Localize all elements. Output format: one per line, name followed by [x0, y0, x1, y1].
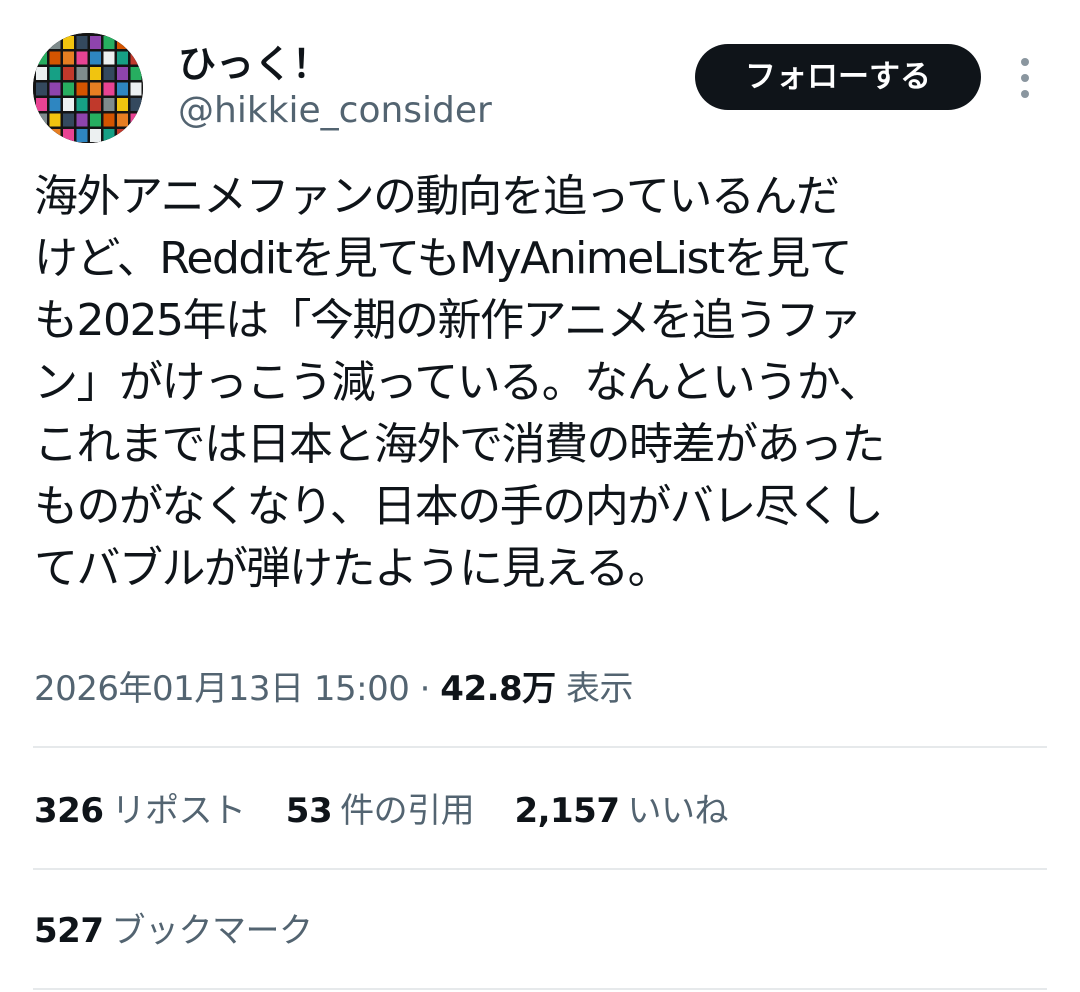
avatar-tile: [36, 67, 47, 80]
avatar-tile: [63, 113, 74, 127]
avatar-tile: [90, 67, 101, 80]
avatar-tile: [63, 36, 74, 49]
avatar-tile: [103, 36, 115, 49]
tweet-text-line: ものがなくなり、日本の手の内がバレ尽くし: [34, 481, 884, 532]
avatar-tile: [130, 51, 142, 65]
avatar-image: [33, 33, 143, 143]
avatar-tile: [103, 67, 115, 80]
avatar-tile: [117, 36, 128, 49]
avatar-tile: [76, 129, 88, 142]
avatar-tile: [90, 129, 101, 142]
avatar-tile: [36, 98, 47, 111]
avatar-tile: [117, 82, 128, 96]
meta-separator: ·: [419, 669, 431, 709]
avatar-tile: [36, 51, 47, 65]
divider: [33, 868, 1047, 870]
bookmarks-stat[interactable]: 527 ブックマーク: [34, 906, 313, 956]
avatar-tile: [76, 67, 88, 80]
avatar-tile: [90, 36, 101, 49]
avatar-tile: [130, 82, 142, 96]
likes-count: 2,157: [514, 791, 620, 831]
reposts-label: リポスト: [111, 791, 246, 831]
avatar-tile: [49, 36, 61, 49]
divider: [33, 988, 1047, 990]
avatar-tile: [117, 129, 128, 142]
tweet-meta: 2026年01月13日 15:00 · 42.8万 表示: [34, 664, 634, 714]
user-handle[interactable]: @hikkie_consider: [178, 88, 492, 134]
avatar-tile: [49, 67, 61, 80]
avatar[interactable]: [33, 33, 143, 143]
quotes-count: 53: [285, 791, 333, 831]
tweet-text-line: 海外アニメファンの動向を追っているんだ: [34, 171, 840, 222]
avatar-tile: [63, 82, 74, 96]
avatar-tile: [49, 98, 61, 111]
avatar-tile: [76, 98, 88, 111]
views-label: 表示: [566, 669, 634, 709]
avatar-tile: [63, 129, 74, 142]
avatar-tile: [103, 113, 115, 127]
avatar-tile: [76, 51, 88, 65]
avatar-tile: [36, 113, 47, 127]
timestamp[interactable]: 2026年01月13日 15:00: [34, 669, 410, 709]
avatar-tile: [90, 113, 101, 127]
avatar-tile: [49, 129, 61, 142]
avatar-tile: [36, 129, 47, 142]
views-count: 42.8万: [440, 669, 556, 709]
avatar-tile: [76, 82, 88, 96]
tweet-text-line: てバブルが弾けたように見える。: [34, 543, 672, 594]
tweet-text-line: も2025年は「今期の新作アニメを追うファ: [34, 295, 862, 346]
avatar-tile: [63, 98, 74, 111]
likes-stat[interactable]: 2,157 いいね: [514, 786, 728, 836]
avatar-tile: [76, 113, 88, 127]
avatar-tile: [117, 98, 128, 111]
avatar-tile: [63, 51, 74, 65]
avatar-tile: [117, 51, 128, 65]
avatar-tile: [76, 36, 88, 49]
avatar-tile: [36, 36, 47, 49]
more-options-icon[interactable]: [1003, 56, 1047, 100]
divider: [33, 746, 1047, 748]
avatar-tile: [103, 82, 115, 96]
avatar-tile: [90, 98, 101, 111]
avatar-tile: [130, 113, 142, 127]
avatar-tile: [117, 113, 128, 127]
tweet-detail: ひっく！ @hikkie_consider フォローする 海外アニメファンの動向…: [0, 0, 1080, 992]
engagement-stats: 326 リポスト 53 件の引用 2,157 いいね: [34, 786, 758, 836]
display-name[interactable]: ひっく！: [178, 40, 330, 88]
bookmarks-count: 527: [34, 911, 104, 951]
avatar-tile: [49, 113, 61, 127]
avatar-tile: [103, 129, 115, 142]
tweet-text-line: これまでは日本と海外で消費の時差があった: [34, 419, 886, 470]
avatar-tile: [36, 82, 47, 96]
quotes-stat[interactable]: 53 件の引用: [285, 786, 475, 836]
avatar-tile: [90, 82, 101, 96]
reposts-count: 326: [34, 791, 104, 831]
avatar-tile: [103, 98, 115, 111]
tweet-text-line: ン」がけっこう減っている。なんというか、: [34, 357, 882, 408]
follow-button[interactable]: フォローする: [695, 44, 981, 110]
avatar-tile: [90, 51, 101, 65]
bookmarks-label: ブックマーク: [111, 911, 313, 951]
avatar-tile: [63, 67, 74, 80]
avatar-tile: [103, 51, 115, 65]
avatar-tile: [130, 67, 142, 80]
avatar-tile: [130, 98, 142, 111]
avatar-tile: [130, 129, 142, 142]
tweet-text: 海外アニメファンの動向を追っているんだ けど、Redditを見てもMyAnime…: [34, 166, 1054, 600]
tweet-text-line: けど、Redditを見てもMyAnimeListを見て: [34, 233, 853, 284]
avatar-tile: [117, 67, 128, 80]
avatar-tile: [49, 82, 61, 96]
avatar-tile: [49, 51, 61, 65]
quotes-label: 件の引用: [340, 791, 475, 831]
bookmark-stats: 527 ブックマーク: [34, 906, 342, 956]
reposts-stat[interactable]: 326 リポスト: [34, 786, 246, 836]
avatar-tile: [130, 36, 142, 49]
likes-label: いいね: [627, 791, 728, 831]
